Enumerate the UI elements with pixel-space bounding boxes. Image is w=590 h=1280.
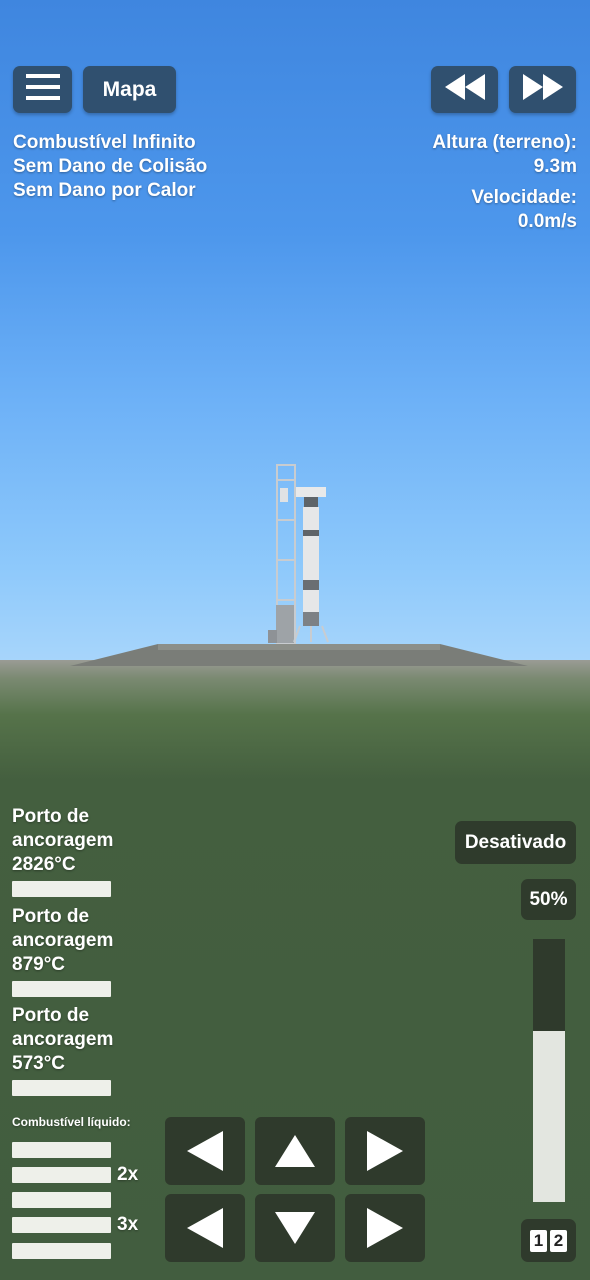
fast-forward-button[interactable] (509, 66, 576, 113)
docking-port-label-line1: Porto de (12, 906, 90, 927)
rotate-left-button[interactable] (165, 1117, 245, 1185)
stage-selector-button[interactable]: 1 2 (521, 1219, 576, 1262)
ground-terrain (0, 660, 590, 1280)
arrow-right-icon (367, 1131, 403, 1171)
engine-toggle-label: Desativado (464, 831, 567, 853)
velocity-value: 0.0m/s (517, 211, 577, 232)
rotate-right-button[interactable] (345, 1117, 425, 1185)
throttle-percent-badge: 50% (521, 879, 576, 920)
rocket (293, 487, 329, 643)
cheat-no-collision-damage: Sem Dano de Colisão (13, 156, 208, 177)
translate-left-button[interactable] (165, 1194, 245, 1262)
map-button-label: Mapa (102, 77, 157, 101)
docking-port-label-line2: ancoragem (12, 830, 114, 851)
throttle-slider-fill (533, 1031, 565, 1202)
docking-port-label-line2: ancoragem (12, 930, 114, 951)
arrow-left-icon (187, 1208, 223, 1248)
pitch-up-button[interactable] (255, 1117, 335, 1185)
hamburger-menu-icon (25, 74, 60, 105)
fuel-bar (12, 1217, 111, 1233)
docking-port-heat-bar (12, 881, 111, 897)
velocity-label: Velocidade: (471, 187, 577, 208)
docking-port-temperature: 2826°C (12, 854, 76, 875)
fuel-bar (12, 1167, 111, 1183)
fuel-bar (12, 1142, 111, 1158)
docking-port-temperature: 573°C (12, 1053, 66, 1074)
translate-right-button[interactable] (345, 1194, 425, 1262)
multiplier-3x: 3x (117, 1214, 139, 1235)
menu-button[interactable] (13, 66, 72, 113)
fast-forward-icon (522, 74, 563, 105)
fuel-bar (12, 1243, 111, 1259)
fuel-bar (12, 1192, 111, 1208)
stage-1-label: 1 (530, 1229, 547, 1252)
throttle-slider[interactable] (533, 939, 565, 1202)
pitch-down-button[interactable] (255, 1194, 335, 1262)
altitude-label: Altura (terreno): (432, 132, 577, 153)
liquid-fuel-label: Combustível líquido: (12, 1115, 131, 1129)
launch-tower (268, 464, 296, 644)
rewind-icon (444, 74, 485, 105)
docking-port-heat-bar (12, 1080, 111, 1096)
rewind-button[interactable] (431, 66, 498, 113)
map-button[interactable]: Mapa (83, 66, 176, 113)
arrow-right-icon (367, 1208, 403, 1248)
arrow-down-icon (275, 1212, 315, 1244)
cheat-no-heat-damage: Sem Dano por Calor (13, 180, 196, 201)
cheat-infinite-fuel: Combustível Infinito (13, 132, 196, 153)
arrow-up-icon (275, 1135, 315, 1167)
engine-toggle-button[interactable]: Desativado (455, 821, 576, 864)
docking-port-label-line2: ancoragem (12, 1029, 114, 1050)
stage-2-label: 2 (550, 1229, 567, 1252)
docking-port-label-line1: Porto de (12, 1005, 90, 1026)
throttle-percent-label: 50% (529, 888, 568, 910)
arrow-left-icon (187, 1131, 223, 1171)
altitude-value: 9.3m (533, 156, 577, 177)
docking-port-heat-bar (12, 981, 111, 997)
multiplier-2x: 2x (117, 1164, 139, 1185)
docking-port-label-line1: Porto de (12, 806, 90, 827)
docking-port-temperature: 879°C (12, 954, 66, 975)
